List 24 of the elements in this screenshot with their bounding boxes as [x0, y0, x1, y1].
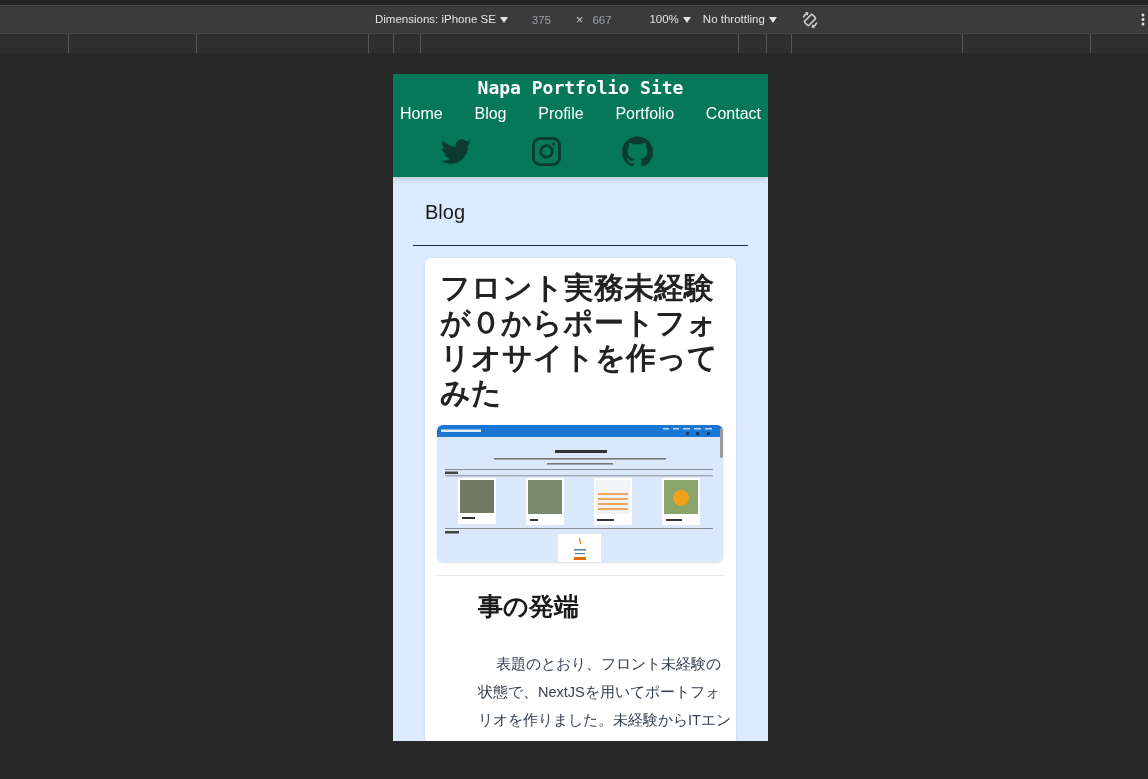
article-paragraph: 表題のとおり、フロント未経験の 状態で、NextJSを用いてポートフォ リオを作りました。未経験からITエン: [478, 655, 731, 730]
camera-icon[interactable]: [532, 136, 561, 166]
article-title: フロント実務未経験が０からポートフォリオサイトを作ってみた: [440, 270, 719, 410]
nav-link[interactable]: Blog: [474, 102, 507, 126]
nav-link[interactable]: Portfolio: [615, 102, 675, 126]
nav-link[interactable]: Home: [400, 102, 443, 126]
width-field[interactable]: 375: [531, 9, 570, 30]
zoom-dropdown[interactable]: 100%: [649, 9, 691, 30]
more-options-icon[interactable]: [1141, 13, 1145, 26]
throttling-dropdown[interactable]: No throttling: [702, 9, 777, 30]
device-dropdown[interactable]: Dimensions: iPhone SE: [375, 9, 508, 30]
caret-icon: [682, 16, 691, 23]
cat-icon[interactable]: [622, 135, 653, 167]
nav-link[interactable]: Contact: [705, 102, 761, 126]
site-title: Napa Portfolio Site: [477, 76, 684, 100]
section-heading: 事の発端: [478, 591, 579, 622]
rotate-icon[interactable]: [800, 10, 819, 29]
caret-icon: [499, 16, 508, 23]
bird-icon[interactable]: [441, 138, 471, 164]
nav-link[interactable]: Profile: [538, 102, 584, 126]
height-field[interactable]: 667: [592, 9, 633, 30]
dimension-separator: ×: [575, 10, 584, 29]
page-heading: Blog: [425, 200, 466, 225]
caret-icon: [768, 16, 777, 23]
